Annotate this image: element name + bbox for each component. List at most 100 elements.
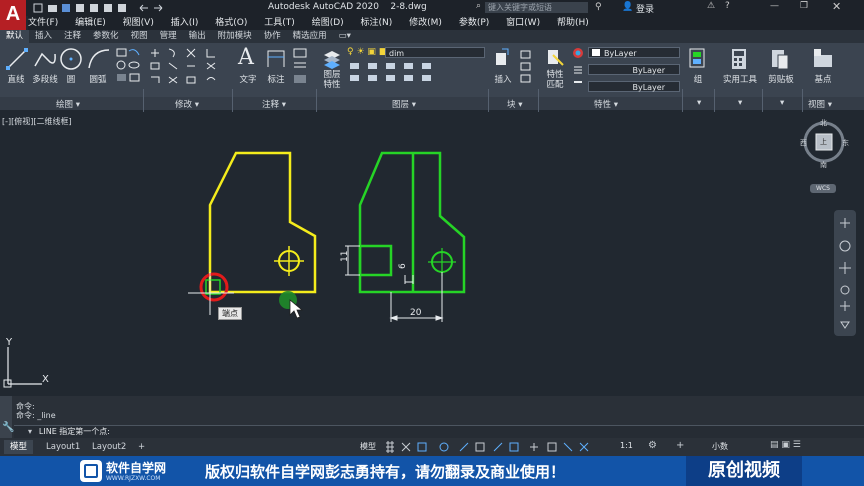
tab-insert[interactable]: 插入	[29, 30, 58, 43]
annotation-small-tools[interactable]	[292, 47, 312, 87]
ucs-y-label: Y	[5, 337, 13, 348]
menu-draw[interactable]: 绘图(D)	[312, 16, 344, 30]
menu-tools[interactable]: 工具(T)	[264, 16, 295, 30]
panel-label-annotation[interactable]: 注释 ▾	[262, 98, 286, 110]
menu-insert[interactable]: 插入(I)	[171, 16, 199, 30]
command-dropdown-icon[interactable]: ▾	[28, 427, 32, 436]
tab-parametric[interactable]: 参数化	[87, 30, 125, 43]
insert-block-icon[interactable]	[494, 47, 512, 69]
panel-label-draw[interactable]: 绘图 ▾	[56, 98, 80, 110]
tab-manage[interactable]: 管理	[154, 30, 183, 43]
color-wheel-icon[interactable]	[572, 47, 584, 90]
menu-file[interactable]: 文件(F)	[28, 16, 58, 30]
viewcube-north[interactable]: 北	[820, 118, 827, 128]
linetype-combo[interactable]: ByLayer	[588, 64, 680, 75]
menu-window[interactable]: 窗口(W)	[506, 16, 540, 30]
drawing-canvas[interactable]: 11 6 20 Y X	[0, 112, 834, 396]
group-label: 组	[693, 75, 703, 85]
help-icon[interactable]: ?	[725, 1, 730, 11]
panel-label-properties[interactable]: 特性 ▾	[594, 98, 618, 110]
utilities-icon[interactable]	[730, 47, 748, 71]
tab-view[interactable]: 视图	[125, 30, 154, 43]
text-icon[interactable]: A	[238, 45, 258, 70]
quick-access-toolbar[interactable]	[32, 2, 192, 14]
status-right-icons[interactable]: ▤ ▣ ☰	[770, 440, 801, 450]
ucs-x-label: X	[42, 374, 49, 385]
clipboard-icon[interactable]	[770, 47, 790, 71]
menu-dimension[interactable]: 标注(N)	[361, 16, 393, 30]
customize-icon[interactable]: 🔧	[2, 422, 14, 433]
workspace-gear-icon[interactable]: ⚙	[648, 440, 657, 451]
menu-edit[interactable]: 编辑(E)	[75, 16, 106, 30]
tab-collaborate[interactable]: 协作	[258, 30, 287, 43]
units-setting[interactable]: 小数	[712, 441, 728, 452]
color-combo[interactable]: ByLayer	[588, 47, 680, 58]
binoculars-icon[interactable]: ⚲	[595, 2, 602, 12]
search-input[interactable]: 键入关键字或短语	[485, 2, 588, 13]
green-square	[358, 244, 393, 277]
menu-format[interactable]: 格式(O)	[215, 16, 247, 30]
panel-label-layers[interactable]: 图层 ▾	[392, 98, 416, 110]
viewcube-south[interactable]: 南	[820, 160, 827, 170]
viewcube-east[interactable]: 东	[842, 138, 849, 148]
panel-label-modify[interactable]: 修改 ▾	[175, 98, 199, 110]
plus-icon[interactable]: +	[676, 440, 684, 451]
block-small-tools[interactable]	[519, 49, 533, 85]
drawing-viewport[interactable]: [-][俯视][二维线框] 11 6 20 Y X 端点 北 南 东 西 上 W…	[0, 112, 849, 396]
draw-small-tools[interactable]	[115, 47, 141, 87]
layer-tools[interactable]	[348, 61, 488, 85]
command-input[interactable]: ▾ LINE 指定第一个点:	[14, 425, 864, 439]
view-cube[interactable]: 北 南 东 西 上 WCS	[800, 116, 849, 196]
tab-featured[interactable]: 精选应用	[287, 30, 333, 43]
dimension-icon[interactable]	[265, 47, 287, 71]
menu-modify[interactable]: 修改(M)	[409, 16, 442, 30]
command-window: 🔧 命令: 命令: _line ▾ LINE 指定第一个点:	[0, 396, 864, 439]
model-space-button[interactable]: 模型	[360, 441, 376, 452]
steering-wheel-icon	[840, 218, 850, 228]
tab-annotate[interactable]: 注释	[58, 30, 87, 43]
copyright-notice: 版权归软件自学网彭志勇持有，请勿翻录及商业使用！	[205, 463, 566, 481]
status-toggles[interactable]	[384, 440, 614, 454]
user-icon[interactable]: 👤	[622, 2, 633, 12]
ribbon-toggle-icon[interactable]: ▭▾	[333, 30, 357, 43]
login-link[interactable]: 登录	[636, 2, 654, 15]
annotation-scale[interactable]: 1:1	[620, 441, 633, 450]
panel-label-groups[interactable]: ▾	[697, 98, 701, 108]
menu-help[interactable]: 帮助(H)	[557, 16, 589, 30]
viewcube-top[interactable]: 上	[820, 137, 827, 147]
lineweight-combo[interactable]: ByLayer	[588, 81, 680, 92]
polyline-icon[interactable]	[32, 46, 58, 72]
tab-layout1[interactable]: Layout1	[40, 440, 86, 454]
match-properties-icon[interactable]	[545, 47, 565, 71]
close-button[interactable]: ✕	[832, 0, 841, 13]
tab-model[interactable]: 模型	[4, 440, 34, 454]
minimize-button[interactable]: —	[770, 1, 779, 11]
panel-label-clipboard[interactable]: ▾	[780, 98, 784, 108]
modify-tools[interactable]	[147, 47, 231, 87]
tab-addins[interactable]: 附加模块	[212, 30, 258, 43]
circle-icon[interactable]	[58, 46, 84, 72]
wcs-menu[interactable]: WCS	[810, 184, 836, 193]
base-label: 基点	[814, 75, 832, 85]
line-icon[interactable]	[4, 46, 30, 72]
menu-parametric[interactable]: 参数(P)	[459, 16, 489, 30]
add-layout-button[interactable]: +	[132, 440, 151, 454]
panel-label-utilities[interactable]: ▾	[738, 98, 742, 108]
arc-icon[interactable]	[86, 46, 112, 72]
group-icon[interactable]	[688, 47, 706, 71]
tab-default[interactable]: 默认	[0, 30, 30, 43]
autocad-logo[interactable]: A	[0, 0, 26, 30]
app-store-icon[interactable]: ⚠	[707, 1, 715, 11]
layer-state-icons[interactable]: ♀ ☀ ▣ ■	[347, 47, 387, 57]
viewcube-west[interactable]: 西	[800, 138, 807, 148]
restore-button[interactable]: ❐	[800, 1, 808, 11]
layer-combo[interactable]: dim	[385, 47, 485, 58]
panel-label-view[interactable]: 视图 ▾	[808, 98, 832, 110]
menu-view[interactable]: 视图(V)	[123, 16, 154, 30]
site-url: WWW.RJZXW.COM	[106, 475, 161, 482]
tab-layout2[interactable]: Layout2	[86, 440, 132, 454]
layer-properties-icon[interactable]	[322, 47, 342, 71]
tab-output[interactable]: 输出	[183, 30, 212, 43]
panel-label-block[interactable]: 块 ▾	[507, 98, 522, 110]
base-point-icon[interactable]	[812, 47, 834, 71]
